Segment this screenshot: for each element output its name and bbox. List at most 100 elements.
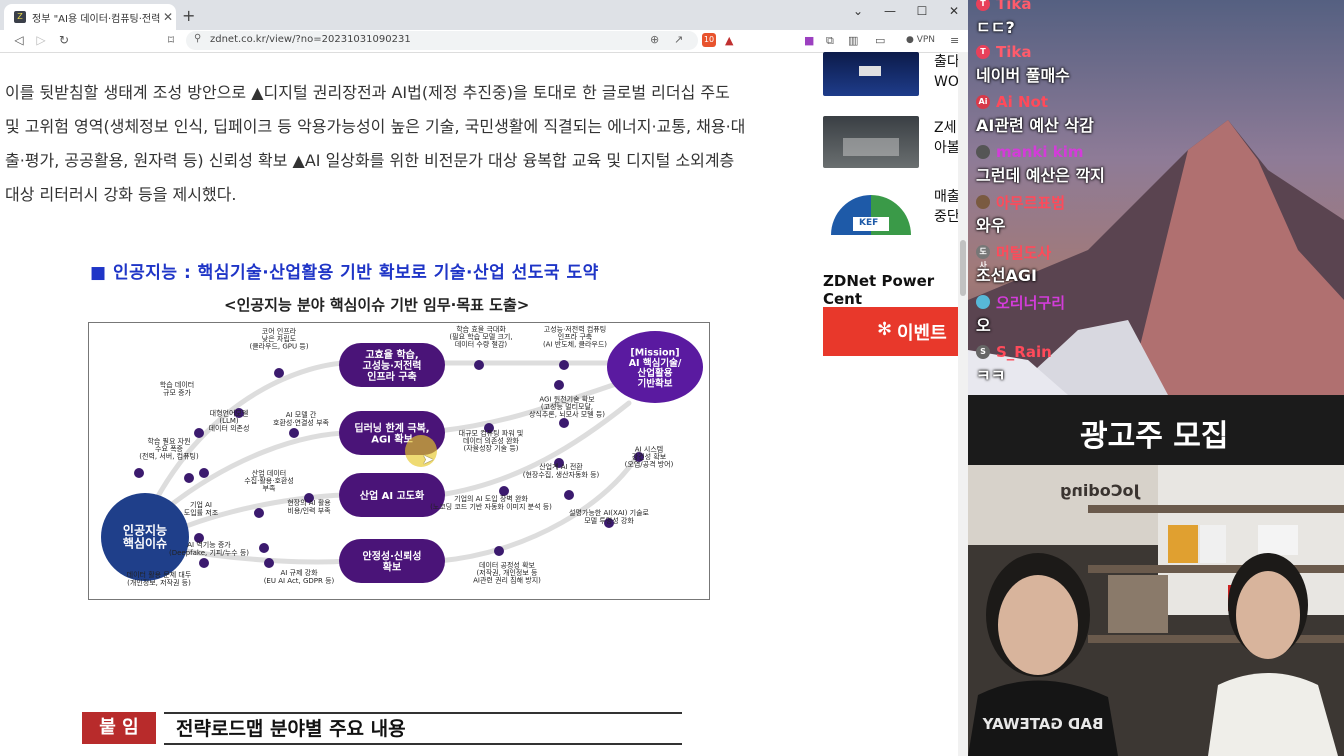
close-tab-icon[interactable]: ✕ xyxy=(160,10,176,24)
related-article-thumb[interactable]: KEF xyxy=(823,187,919,235)
issue-label: 코어 인프라 낮은 자립도 (클라우드, GPU 등) xyxy=(249,326,308,350)
minimize-button[interactable]: — xyxy=(875,4,905,18)
chat-message: T Tika ㄷㄷ? xyxy=(976,0,1031,37)
issue-label: 현장의 AI 활용 비용/인력 부족 xyxy=(287,498,331,515)
maximize-button[interactable]: ☐ xyxy=(907,4,937,18)
chat-avatar-icon: S xyxy=(976,345,990,359)
goal-label: AI 시스템 강건성 확보 (오염/공격 방어) xyxy=(625,445,674,468)
path-dot xyxy=(554,380,564,390)
path-dot xyxy=(254,508,264,518)
chat-author-name: manki kim xyxy=(996,143,1084,161)
issue-label: 데이터 활용 문제 대두 (개인정보, 저작권 등) xyxy=(127,570,192,587)
chat-message: manki kim 그런데 예산은 깍지 xyxy=(976,142,1105,185)
ad-banner-text: 광고주 모집 xyxy=(1080,419,1229,454)
chat-author: S S_Rain xyxy=(976,342,1052,362)
bookmark-icon[interactable]: ⌑ xyxy=(162,33,180,47)
path-dot xyxy=(194,428,204,438)
chat-author: 아무르표범 xyxy=(976,192,1065,212)
tab-title: 정부 "AI용 데이터·컴퓨팅·전력 부 xyxy=(32,13,160,25)
address-bar[interactable]: ⚲ zdnet.co.kr/view/?no=20231031090231 ⊕ … xyxy=(186,31,698,50)
annex-heading: 붙 임 전략로드맵 분야별 주요 내용 xyxy=(82,712,682,745)
path-dot xyxy=(559,360,569,370)
new-tab-button[interactable]: + xyxy=(182,6,195,25)
chat-message: Ai Ai Not AI관련 예산 삭감 xyxy=(976,92,1094,135)
wallet-icon[interactable]: ▭ xyxy=(875,34,885,47)
figure-subtitle: <인공지능 분야 핵심이슈 기반 임무·목표 도출> xyxy=(224,296,530,314)
ad-banner: 광고주 모집 xyxy=(968,395,1344,465)
article-line: 대상 리터러시 강화 등을 제시했다. xyxy=(5,185,237,204)
event-banner[interactable]: ✻ 이벤트 xyxy=(823,307,959,356)
brave-shields-icon[interactable]: 10 xyxy=(702,33,716,47)
extensions-puzzle-icon[interactable]: ⧉ xyxy=(826,34,834,48)
mission-diagram: 인공지능 핵심이슈 [Mission] AI 핵심기술/산업활용 기반확보 고효율 학습,… xyxy=(88,322,710,600)
issue-label: 학습 데이터 규모 증가 xyxy=(160,380,194,397)
share-icon[interactable]: ↗ xyxy=(674,33,683,46)
related-article-thumb[interactable] xyxy=(823,116,919,168)
scrollbar-thumb[interactable] xyxy=(960,240,966,296)
back-icon[interactable]: ◁ xyxy=(10,33,28,47)
path-dot xyxy=(474,360,484,370)
path-dot xyxy=(564,490,574,500)
related-article-title[interactable]: Z세 아볼 xyxy=(934,118,960,158)
browser-tab[interactable]: Z 정부 "AI용 데이터·컴퓨팅·전력 부 ✕ xyxy=(4,4,176,30)
chat-author-name: 아무르표범 xyxy=(996,193,1066,212)
chat-author: Ai Ai Not xyxy=(976,92,1094,112)
chat-author: T Tika xyxy=(976,42,1070,62)
sidebar-toggle-icon[interactable]: ▥ xyxy=(848,34,858,47)
chat-message: 도사 머털도사 조선AGI xyxy=(976,242,1052,285)
power-center-heading[interactable]: ZDNet Power Cent xyxy=(823,272,968,308)
related-article-title[interactable]: 출다 WO xyxy=(934,52,960,92)
extension-m-icon[interactable]: ■ xyxy=(804,34,814,47)
annex-title: 전략로드맵 분야별 주요 내용 xyxy=(176,718,406,740)
related-article-thumb[interactable] xyxy=(823,52,919,96)
chat-text: 와우 xyxy=(976,216,1006,235)
chat-author: T Tika xyxy=(976,0,1031,14)
chat-message: 오리너구리오 xyxy=(976,292,1065,335)
chat-author-name: Ai Not xyxy=(996,93,1049,111)
chat-message: T Tika 네이버 풀매수 xyxy=(976,42,1070,85)
jocoding-sign: JoCoding xyxy=(1060,481,1140,500)
tab-strip: Z 정부 "AI용 데이터·컴퓨팅·전력 부 ✕ + ⌄ — ☐ ✕ xyxy=(0,0,968,30)
chat-avatar-icon: Ai xyxy=(976,95,990,109)
close-window-button[interactable]: ✕ xyxy=(939,4,968,18)
sparkle-icon: ✻ xyxy=(877,319,893,340)
site-info-icon[interactable]: ⚲ xyxy=(194,33,201,44)
mouse-pointer-icon: ➤ xyxy=(422,452,434,468)
vpn-button[interactable]: ● VPN xyxy=(906,35,935,45)
path-dot xyxy=(264,558,274,568)
chat-text: 조선AGI xyxy=(976,266,1037,285)
article-line: 출·평가, 공공활용, 원자력 등) 신뢰성 확보 ▲AI 일상화를 위한 비전… xyxy=(5,151,735,170)
path-dot xyxy=(184,473,194,483)
zoom-icon[interactable]: ⊕ xyxy=(650,33,659,46)
kef-logo: KEF xyxy=(859,218,879,228)
issue-label: AI 규제 강화 (EU AI Act, GDPR 등) xyxy=(264,568,335,585)
brave-rewards-icon[interactable]: ▲ xyxy=(725,34,733,47)
forward-icon[interactable]: ▷ xyxy=(32,33,50,47)
related-article-title[interactable]: 매출 중단 xyxy=(934,187,960,227)
tab-search-icon[interactable]: ⌄ xyxy=(843,4,873,18)
issue-label: 산업 데이터 수집·활용·호환성 부족 xyxy=(244,468,294,492)
goal-label: 학습 효율 극대화 (필요 학습 모델 크기, 데이터 수량 절감) xyxy=(449,324,512,348)
path-dot xyxy=(274,368,284,378)
chat-text: 오 xyxy=(976,316,991,335)
article-line: 및 고위험 영역(생체정보 인식, 딥페이크 등 악용가능성이 높은 기술, 국… xyxy=(5,117,746,136)
chat-text: 그런데 예산은 깍지 xyxy=(976,166,1105,185)
figure-title: ■ 인공지능 : 핵심기술·산업활용 기반 확보로 기술·산업 선도국 도약 xyxy=(90,263,599,283)
chat-author: 오리너구리 xyxy=(976,292,1065,312)
zdnet-favicon-icon: Z xyxy=(14,11,26,23)
page-scrollbar[interactable] xyxy=(958,52,968,756)
webcam-scene xyxy=(968,465,1344,756)
core-issue-label: 인공지능 핵심이슈 xyxy=(123,522,167,550)
chat-text: AI관련 예산 삭감 xyxy=(976,116,1094,135)
chat-author-name: 오리너구리 xyxy=(996,293,1066,312)
path-dot xyxy=(259,543,269,553)
goal-label: 데이터 공정성 확보 (저작권, 개인정보 등 AI관련 권리 침해 방지) xyxy=(473,560,541,584)
chat-author-name: 머털도사 xyxy=(996,243,1052,262)
reload-icon[interactable]: ↻ xyxy=(55,33,73,47)
chat-message: 아무르표범와우 xyxy=(976,192,1065,235)
chat-avatar-icon xyxy=(976,195,990,209)
browser-toolbar: ◁ ▷ ↻ ⌑ ⚲ zdnet.co.kr/view/?no=202310310… xyxy=(0,30,968,53)
goal-label: 고성능·저전력 컴퓨팅 인프라 구축 (AI 반도체, 클라우드) xyxy=(543,324,607,348)
menu-icon[interactable]: ≡ xyxy=(950,34,959,47)
event-label: 이벤트 xyxy=(897,323,947,344)
